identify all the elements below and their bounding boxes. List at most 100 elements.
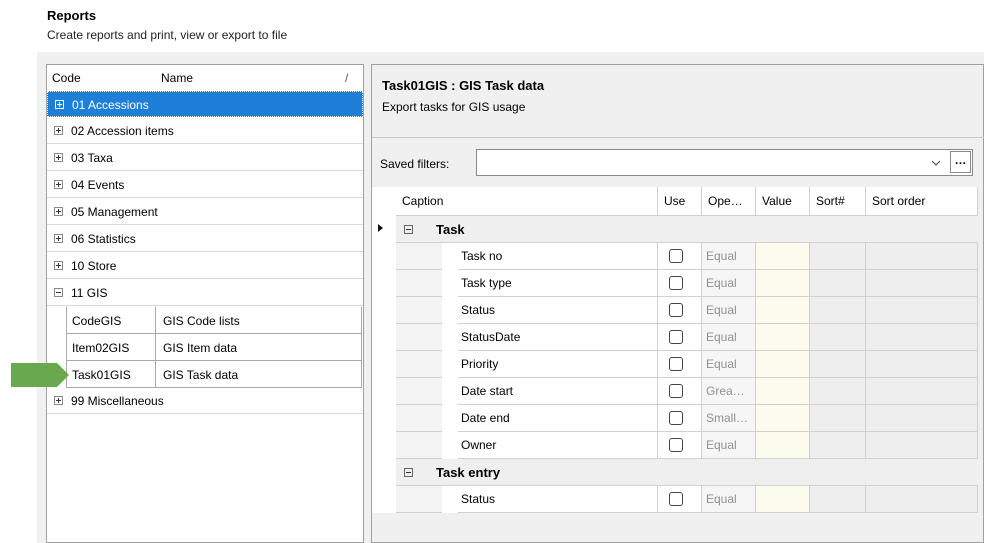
operator-cell[interactable]: Equal	[702, 486, 756, 513]
column-header-sort-number[interactable]: Sort#	[810, 187, 866, 216]
expand-icon[interactable]	[54, 180, 63, 189]
use-cell[interactable]	[658, 324, 702, 351]
value-cell[interactable]	[756, 405, 810, 432]
sort-order-cell[interactable]	[866, 432, 978, 459]
tree-node-label: 01 Accessions	[72, 98, 149, 112]
value-cell[interactable]	[756, 243, 810, 270]
use-checkbox[interactable]	[669, 438, 683, 452]
operator-cell[interactable]: Equal	[702, 297, 756, 324]
tree-node[interactable]: 02 Accession items	[47, 118, 363, 144]
sort-order-cell[interactable]	[866, 324, 978, 351]
report-list-item[interactable]: Task01GIS GIS Task data	[66, 361, 362, 388]
filter-grid[interactable]: Caption Use Ope… Value Sort# Sort order …	[372, 187, 978, 513]
operator-cell[interactable]: Equal	[702, 432, 756, 459]
column-header-operator[interactable]: Ope…	[702, 187, 756, 216]
operator-cell[interactable]: Equal	[702, 324, 756, 351]
report-list-item[interactable]: Item02GIS GIS Item data	[66, 334, 362, 361]
sort-number-cell[interactable]	[810, 486, 866, 513]
sort-order-cell[interactable]	[866, 270, 978, 297]
expand-icon[interactable]	[54, 396, 63, 405]
operator-cell[interactable]: Small…	[702, 405, 756, 432]
tree-node[interactable]: 01 Accessions	[47, 91, 363, 117]
use-cell[interactable]	[658, 378, 702, 405]
column-header-value[interactable]: Value	[756, 187, 810, 216]
tree-node[interactable]: 06 Statistics	[47, 226, 363, 252]
use-cell[interactable]	[658, 405, 702, 432]
use-cell[interactable]	[658, 486, 702, 513]
expand-icon[interactable]	[54, 153, 63, 162]
column-header-code[interactable]: Code	[52, 71, 81, 85]
sort-order-cell[interactable]	[866, 243, 978, 270]
tree-node[interactable]: 03 Taxa	[47, 145, 363, 171]
column-header-caption[interactable]: Caption	[396, 187, 658, 216]
value-cell[interactable]	[756, 432, 810, 459]
value-cell[interactable]	[756, 324, 810, 351]
use-checkbox[interactable]	[669, 330, 683, 344]
tree-node-label: 03 Taxa	[71, 151, 113, 165]
use-checkbox[interactable]	[669, 249, 683, 263]
chevron-down-icon[interactable]	[929, 156, 943, 170]
use-checkbox[interactable]	[669, 492, 683, 506]
more-options-button[interactable]: …	[950, 151, 971, 173]
value-cell[interactable]	[756, 351, 810, 378]
value-cell[interactable]	[756, 486, 810, 513]
value-cell[interactable]	[756, 378, 810, 405]
use-cell[interactable]	[658, 270, 702, 297]
report-description: Export tasks for GIS usage	[382, 100, 526, 114]
sort-number-cell[interactable]	[810, 324, 866, 351]
saved-filters-label: Saved filters:	[380, 157, 450, 171]
saved-filters-select[interactable]	[476, 149, 973, 176]
collapse-icon[interactable]	[404, 468, 413, 477]
sort-number-cell[interactable]	[810, 378, 866, 405]
expand-icon[interactable]	[54, 261, 63, 270]
value-cell[interactable]	[756, 297, 810, 324]
sort-order-cell[interactable]	[866, 351, 978, 378]
operator-cell[interactable]: Equal	[702, 243, 756, 270]
tree-node[interactable]: 05 Management	[47, 199, 363, 225]
sort-number-cell[interactable]	[810, 432, 866, 459]
report-list-item[interactable]: CodeGIS GIS Code lists	[66, 307, 362, 334]
column-header-name[interactable]: Name	[161, 71, 193, 85]
use-cell[interactable]	[658, 297, 702, 324]
tree-node[interactable]: 11 GIS	[47, 280, 363, 306]
tree-node-label: 11 GIS	[71, 286, 108, 300]
operator-cell[interactable]: Equal	[702, 351, 756, 378]
operator-cell[interactable]: Grea…	[702, 378, 756, 405]
tree-node[interactable]: 04 Events	[47, 172, 363, 198]
sort-number-cell[interactable]	[810, 351, 866, 378]
collapse-icon[interactable]	[54, 288, 63, 297]
sort-number-cell[interactable]	[810, 405, 866, 432]
value-cell[interactable]	[756, 270, 810, 297]
use-checkbox[interactable]	[669, 411, 683, 425]
group-label: Task entry	[436, 465, 501, 480]
sort-number-cell[interactable]	[810, 243, 866, 270]
expand-icon[interactable]	[54, 234, 63, 243]
collapse-icon[interactable]	[404, 225, 413, 234]
sort-order-cell[interactable]	[866, 297, 978, 324]
report-tree[interactable]: Code Name / 01 Accessions 02 Accession it…	[46, 64, 364, 543]
row-indent	[396, 405, 442, 432]
use-checkbox[interactable]	[669, 303, 683, 317]
sort-order-cell[interactable]	[866, 378, 978, 405]
operator-cell[interactable]: Equal	[702, 270, 756, 297]
column-header-use[interactable]: Use	[658, 187, 702, 216]
group-row[interactable]: Task entry	[396, 459, 978, 486]
use-cell[interactable]	[658, 243, 702, 270]
group-row[interactable]: Task	[396, 216, 978, 243]
sort-order-cell[interactable]	[866, 405, 978, 432]
use-cell[interactable]	[658, 432, 702, 459]
use-checkbox[interactable]	[669, 384, 683, 398]
expand-icon[interactable]	[54, 126, 63, 135]
use-checkbox[interactable]	[669, 276, 683, 290]
sort-number-cell[interactable]	[810, 270, 866, 297]
sort-number-cell[interactable]	[810, 297, 866, 324]
tree-node[interactable]: 10 Store	[47, 253, 363, 279]
field-caption: Task no	[458, 243, 658, 270]
expand-icon[interactable]	[55, 100, 64, 109]
tree-node[interactable]: 99 Miscellaneous	[47, 388, 363, 414]
column-header-sort-order[interactable]: Sort order	[866, 187, 978, 216]
use-cell[interactable]	[658, 351, 702, 378]
use-checkbox[interactable]	[669, 357, 683, 371]
sort-order-cell[interactable]	[866, 486, 978, 513]
expand-icon[interactable]	[54, 207, 63, 216]
